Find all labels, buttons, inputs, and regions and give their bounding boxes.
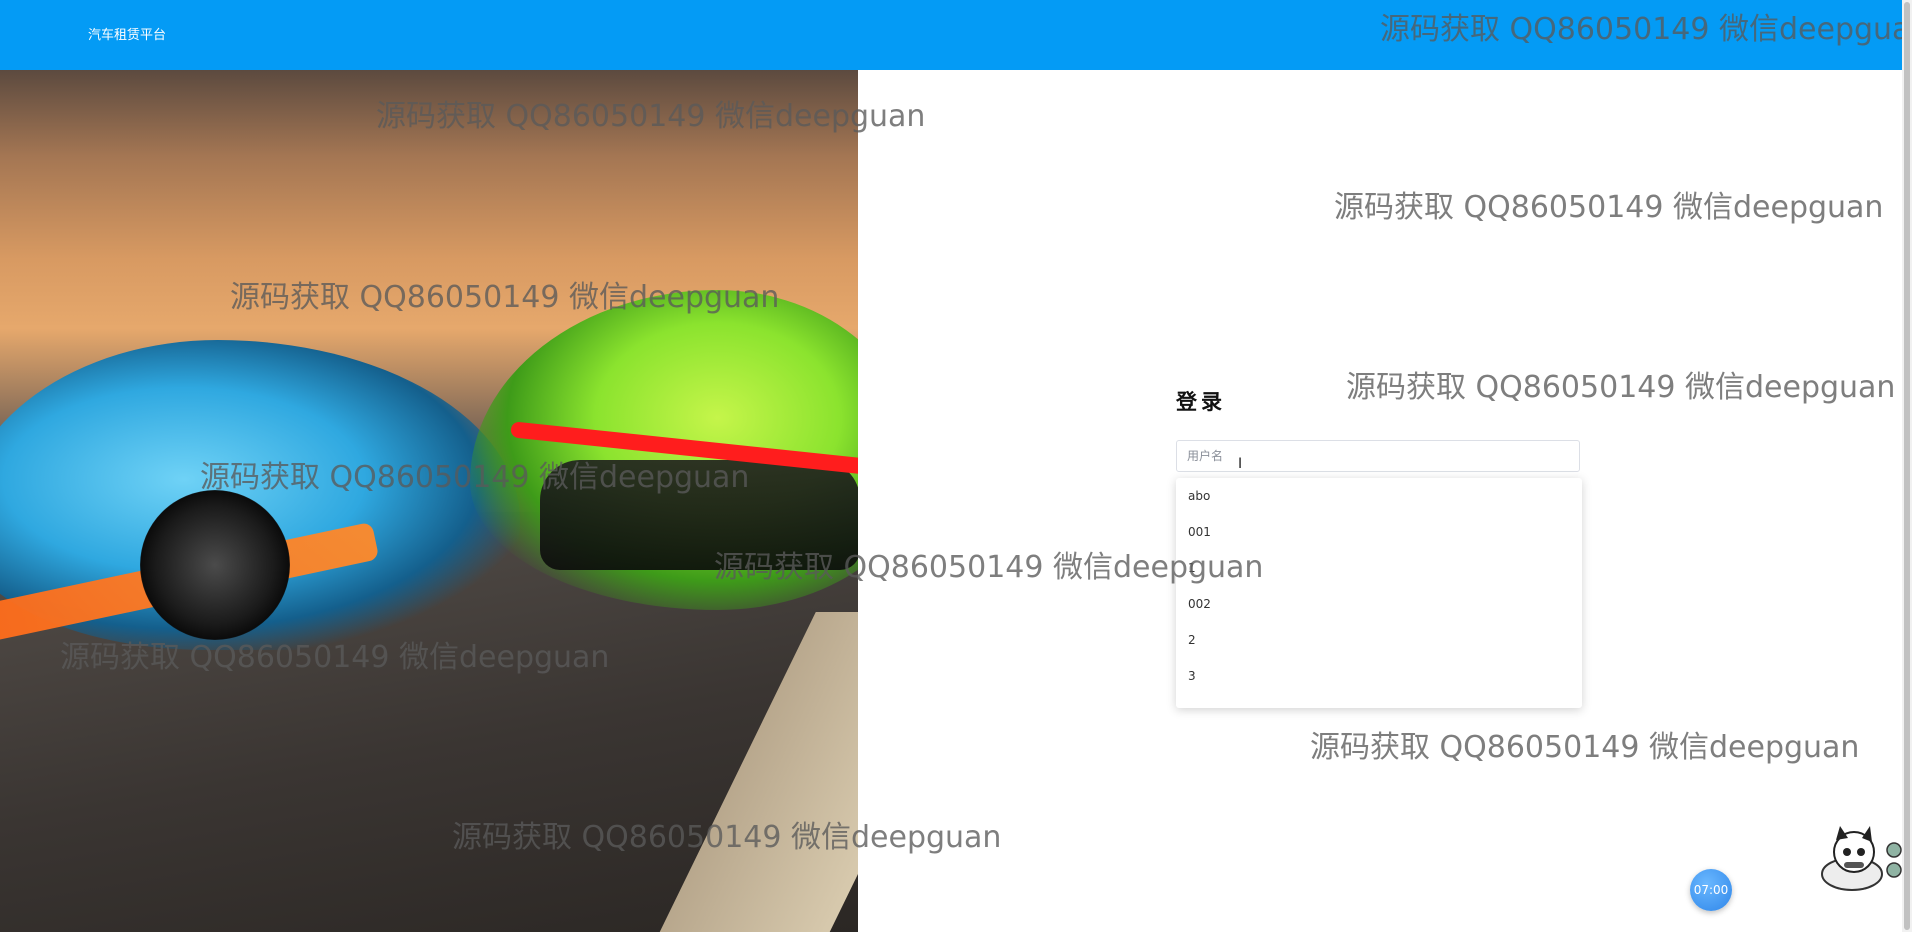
autocomplete-item[interactable]: 3 bbox=[1176, 658, 1582, 694]
watermark: 源码获取 QQ86050149 微信deepguan bbox=[1310, 730, 1860, 765]
time-badge[interactable]: 07:00 bbox=[1690, 869, 1732, 911]
hero-image bbox=[0, 70, 858, 932]
brand-title[interactable]: 汽车租赁平台 bbox=[88, 24, 166, 43]
autocomplete-item[interactable]: 1 bbox=[1176, 550, 1582, 586]
autocomplete-dropdown: abo 001 1 002 2 3 bbox=[1176, 478, 1582, 708]
page-scrollbar[interactable] bbox=[1902, 0, 1912, 932]
username-input[interactable] bbox=[1176, 440, 1580, 472]
top-bar: 汽车租赁平台 bbox=[0, 0, 1902, 70]
login-title: 登录 bbox=[1176, 390, 1226, 414]
watermark: 源码获取 QQ86050149 微信deepguan bbox=[1334, 190, 1884, 225]
green-sports-car bbox=[470, 290, 858, 610]
autocomplete-item[interactable]: abo bbox=[1176, 478, 1582, 514]
autocomplete-item[interactable]: 001 bbox=[1176, 514, 1582, 550]
autocomplete-item[interactable]: 2 bbox=[1176, 622, 1582, 658]
car-wheel bbox=[140, 490, 290, 640]
watermark: 源码获取 QQ86050149 微信deepguan bbox=[1346, 370, 1896, 405]
scrollbar-thumb[interactable] bbox=[1904, 2, 1910, 930]
autocomplete-item[interactable]: 002 bbox=[1176, 586, 1582, 622]
text-cursor-icon: I bbox=[1238, 456, 1243, 472]
blue-sports-car bbox=[0, 340, 520, 650]
mascot-icon[interactable] bbox=[1812, 822, 1902, 892]
car-grille bbox=[540, 460, 858, 570]
